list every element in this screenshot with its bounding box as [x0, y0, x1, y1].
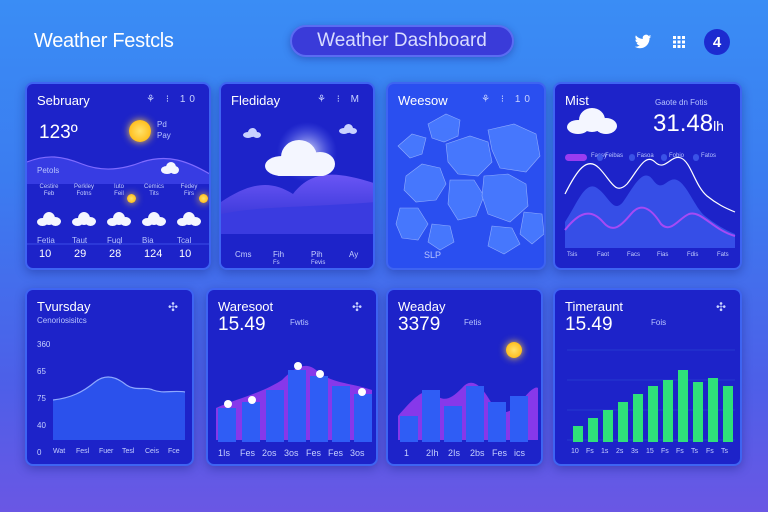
x-tick-label: 2s	[616, 448, 624, 455]
forecast-value: 29	[74, 248, 87, 260]
x-tick-label: Fuer	[99, 448, 114, 455]
grid-icon[interactable]	[668, 31, 690, 53]
x-tick-label: 2Is	[448, 448, 461, 458]
tick-label: Fias	[657, 252, 669, 258]
brand-title: Weather Festcls	[34, 30, 174, 52]
x-tick-label: 1	[404, 448, 410, 458]
mountain-graphic	[221, 122, 373, 268]
x-tick-label: 3os	[350, 448, 365, 458]
cloud-icon	[265, 140, 337, 176]
tick-label: Fih	[273, 250, 285, 259]
forecast-label: Iuto	[113, 184, 124, 190]
twitter-icon[interactable]	[632, 31, 654, 53]
x-tick-label: 15	[646, 448, 654, 455]
forecast-value: 124	[144, 248, 163, 260]
x-tick-label: Fs	[706, 448, 714, 455]
cloud-icon	[107, 212, 131, 226]
forecast-day[interactable]: Perkley Fotns	[70, 184, 98, 198]
x-tick-label: 2bs	[470, 448, 485, 458]
x-tick-label: Fesl	[76, 448, 90, 455]
forecast-sublabel: Feb	[43, 191, 55, 197]
tick-sublabel: Fs	[273, 260, 280, 266]
x-tick-label: Fes	[306, 448, 322, 458]
tick-label: Cms	[235, 250, 252, 259]
forecast-value: 28	[109, 248, 122, 260]
green-bar-chart	[567, 349, 735, 442]
tick-label: Facs	[627, 252, 641, 258]
forecast-sublabel: Tits	[149, 191, 159, 197]
x-tick-label: Fs	[676, 448, 684, 455]
x-tick-label: 1s	[601, 448, 609, 455]
forecast-label: Fedey	[180, 184, 198, 190]
small-sun-icon	[199, 194, 208, 203]
forecast-low-label: Fetia	[37, 236, 55, 245]
forecast-sublabel: Fotns	[76, 191, 92, 197]
forecast-day[interactable]: Cemics Tits	[140, 184, 168, 198]
tick-label: Pih	[311, 250, 323, 259]
x-tick-label: 3os	[284, 448, 299, 458]
forecast-low-label: Taut	[72, 236, 88, 245]
forecast-low-label: Fuql	[107, 236, 123, 245]
bar-area-chart	[398, 382, 538, 442]
forecast-day[interactable]: Cestire Feb	[35, 184, 63, 198]
x-tick-label: Ts	[721, 448, 728, 455]
forecast-value: 10	[179, 248, 192, 260]
x-tick-label: Ceis	[145, 448, 160, 455]
card-tvursday[interactable]: Tvursday Cenoriosisitcs ✣ 360 65 75 40 0 Wat…	[25, 288, 194, 466]
x-tick-label: 2os	[262, 448, 277, 458]
tick-label: Fats	[717, 252, 729, 258]
x-tick-label: Fs	[661, 448, 669, 455]
x-tick-label: Fes	[492, 448, 508, 458]
card-weaday[interactable]: Weaday 3379 Fetis 1 2Ih 2Is 2bs Fes ics	[386, 288, 543, 466]
card-timeraunt[interactable]: Timeraunt ✣ 15.49 Fois 10 Fs 1s 2s 3s 15 Fs Fs T…	[553, 288, 742, 466]
small-sun-icon	[127, 194, 136, 203]
map-footer-label: SLP	[424, 250, 442, 260]
x-tick-label: 1Is	[218, 448, 231, 458]
cloud-icon	[142, 212, 166, 226]
x-tick-label: 2Ih	[426, 448, 439, 458]
cloud-icon	[72, 212, 96, 226]
x-tick-label: 10	[571, 448, 579, 455]
forecast-label: Perkley	[73, 184, 94, 190]
forecast-label: Cemics	[143, 184, 164, 190]
x-tick-label: Fce	[168, 448, 180, 455]
line-area-chart	[564, 156, 736, 248]
tick-label: Fdis	[687, 252, 699, 258]
tick-label: Faot	[597, 252, 610, 258]
x-tick-label: Fs	[586, 448, 594, 455]
x-tick-label: 3s	[631, 448, 639, 455]
left-label: Petols	[37, 166, 60, 175]
small-cloud-icon	[243, 128, 261, 138]
x-tick-label: Fes	[240, 448, 256, 458]
card-mist[interactable]: Mist Gaote dn Fotis 31.48lh FassyFeibasF…	[553, 82, 742, 270]
tick-sublabel: Fevis	[311, 260, 326, 266]
europe-map	[395, 113, 544, 255]
card-map[interactable]: Weesow ⚘ ⁝ 10 SLP	[386, 82, 546, 270]
dashboard-title-pill[interactable]: Weather Dashboard	[290, 25, 514, 57]
top-icons: 4	[632, 29, 730, 55]
cloud-icon	[177, 212, 201, 226]
tick-label: Tsis	[567, 252, 578, 258]
tick-label: Ay	[349, 250, 359, 259]
card-waresoot[interactable]: Waresoot ✣ 15.49 Fwtis 1Is Fes 2os 3os Fes Fe…	[206, 288, 378, 466]
forecast-low-label: Bia	[142, 236, 154, 245]
forecast-low-label: Tcal	[177, 236, 192, 245]
small-cloud-icon	[339, 124, 357, 134]
x-tick-label: Fes	[328, 448, 344, 458]
forecast-label: Cestire	[39, 184, 59, 190]
x-tick-label: Wat	[53, 448, 66, 455]
x-tick-label: Ts	[691, 448, 698, 455]
bar-area-chart	[216, 362, 372, 442]
top-bar: Weather Festcls Weather Dashboard 4	[0, 0, 768, 76]
card-sebruary[interactable]: Sebruary ⚘ ⁝ 10 123º Pd Pay Petols Cesti…	[25, 82, 211, 270]
cloud-icon	[37, 212, 61, 226]
x-tick-label: Tesl	[122, 448, 135, 455]
x-tick-label: ics	[514, 448, 525, 458]
notification-badge[interactable]: 4	[704, 29, 730, 55]
cloud-icon	[161, 160, 179, 174]
forecast-value: 10	[39, 248, 52, 260]
area-chart	[52, 376, 186, 440]
card-flediday[interactable]: Flediday ⚘ ⁝ M Cms Fih Pih Ay Fs Fevis	[219, 82, 375, 270]
